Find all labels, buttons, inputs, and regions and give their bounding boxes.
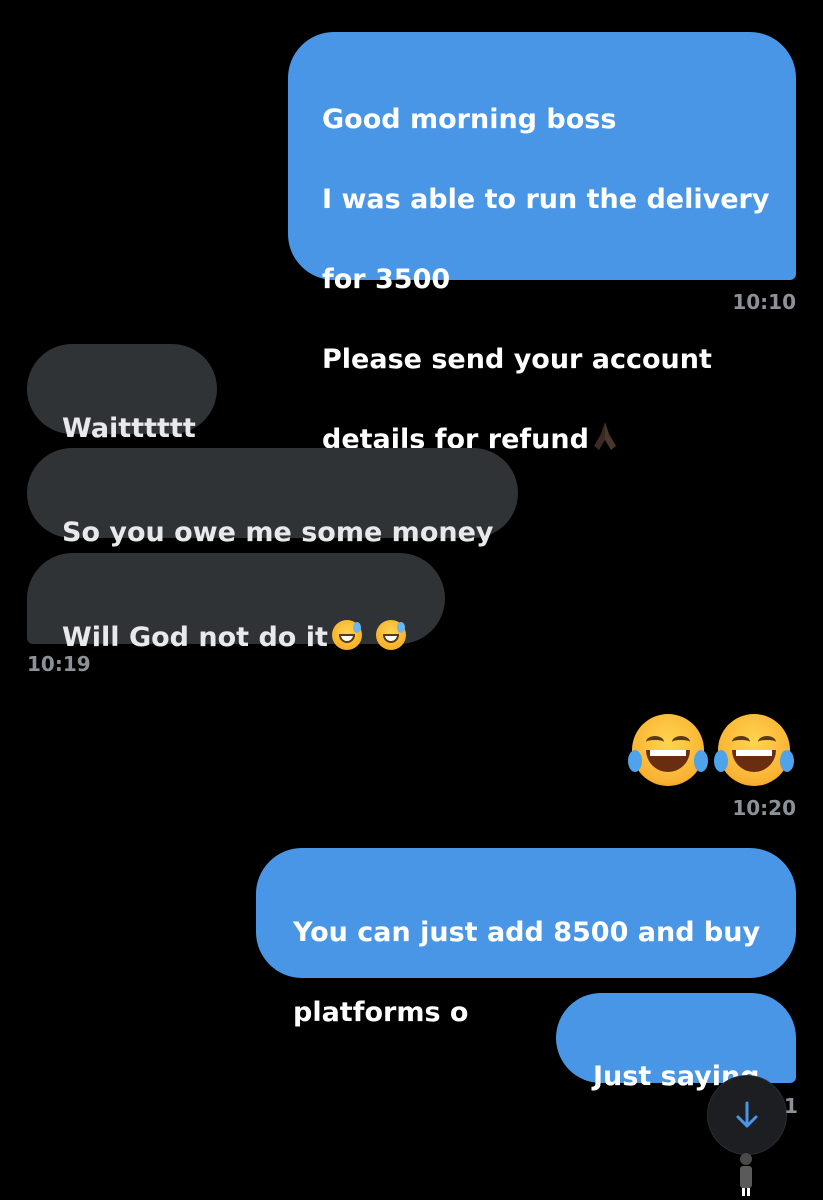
message-line: platforms o: [293, 997, 469, 1028]
timestamp: 10:19: [27, 652, 91, 676]
received-message-bubble[interactable]: So you owe me some money: [27, 448, 518, 548]
received-message-bubble[interactable]: Waitttttt: [27, 344, 217, 444]
message-line: for 3500: [322, 264, 451, 295]
sent-message-bubble[interactable]: You can just add 8500 and buy platforms …: [256, 848, 796, 1028]
emoji-message[interactable]: [618, 700, 794, 790]
received-message-bubble[interactable]: Will God not do it: [27, 553, 445, 653]
message-text: Will God not do it: [62, 622, 328, 653]
arrow-down-icon: [736, 1101, 758, 1128]
grinning-sweat-emoji-icon: [331, 620, 362, 650]
message-line: I was able to run the delivery: [322, 184, 770, 215]
timestamp: 10:20: [732, 796, 796, 820]
grinning-sweat-emoji-icon: [375, 620, 406, 650]
message-text: So you owe me some money: [62, 517, 494, 548]
timestamp-partial: 1: [784, 1094, 798, 1118]
timestamp: 10:10: [732, 290, 796, 314]
scroll-to-bottom-button[interactable]: [708, 1076, 786, 1154]
avatar: [740, 1153, 752, 1196]
tears-of-joy-emoji-icon: [628, 713, 708, 786]
message-line: Please send your account: [322, 344, 712, 375]
folded-hands-icon: [593, 422, 616, 450]
message-line: You can just add 8500 and buy: [293, 917, 761, 948]
message-text: Waitttttt: [62, 413, 196, 444]
message-line: Good morning boss: [322, 104, 617, 135]
sent-message-bubble[interactable]: Just saying: [556, 993, 796, 1092]
sent-message-bubble[interactable]: Good morning boss I was able to run the …: [288, 32, 796, 455]
tears-of-joy-emoji-icon: [714, 713, 794, 786]
